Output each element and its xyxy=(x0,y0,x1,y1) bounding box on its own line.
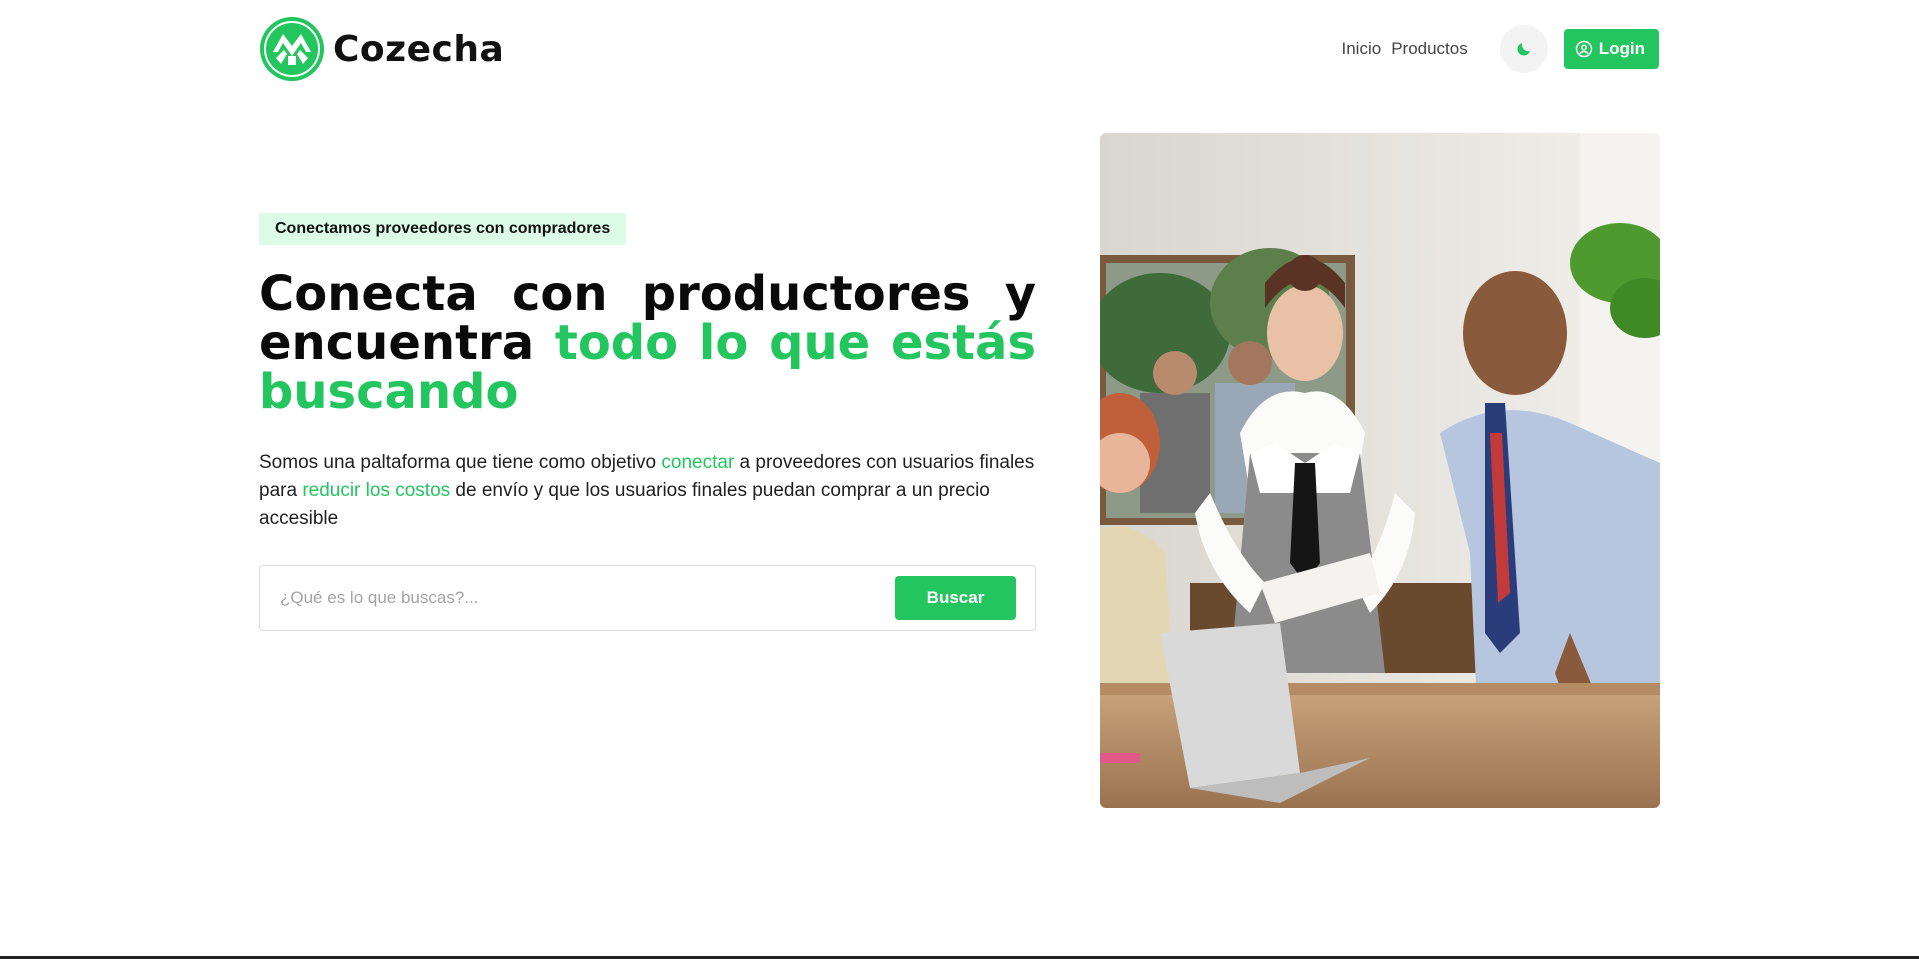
cozecha-logo-icon xyxy=(260,17,324,81)
hero-description: Somos una paltaforma que tiene como obje… xyxy=(259,449,1039,533)
login-label: Login xyxy=(1598,39,1645,58)
brand-name: Cozecha xyxy=(333,28,505,70)
search-input[interactable] xyxy=(280,588,895,608)
site-header: Cozecha Inicio Productos Login xyxy=(259,16,1659,82)
hero-headline: Conecta con productores y encuentra todo… xyxy=(259,270,1036,417)
nav-link-inicio[interactable]: Inicio xyxy=(1342,39,1382,59)
hero-photo xyxy=(1100,133,1660,808)
meeting-photo-image xyxy=(1100,133,1660,808)
search-button[interactable]: Buscar xyxy=(895,576,1016,620)
desc-highlight-costos: reducir los costos xyxy=(302,480,451,501)
user-circle-icon xyxy=(1575,40,1592,58)
main-nav: Inicio Productos Login xyxy=(1332,25,1659,73)
desc-part-1: Somos una paltaforma que tiene como obje… xyxy=(259,452,662,473)
nav-link-productos[interactable]: Productos xyxy=(1391,39,1468,59)
theme-toggle-button[interactable] xyxy=(1499,25,1548,73)
hero-tagline: Conectamos proveedores con compradores xyxy=(259,213,627,245)
search-bar: Buscar xyxy=(259,565,1036,631)
moon-icon xyxy=(1517,43,1530,56)
login-button[interactable]: Login xyxy=(1563,29,1659,69)
brand-logo[interactable]: Cozecha xyxy=(259,16,504,82)
desc-highlight-conectar: conectar xyxy=(661,452,735,473)
